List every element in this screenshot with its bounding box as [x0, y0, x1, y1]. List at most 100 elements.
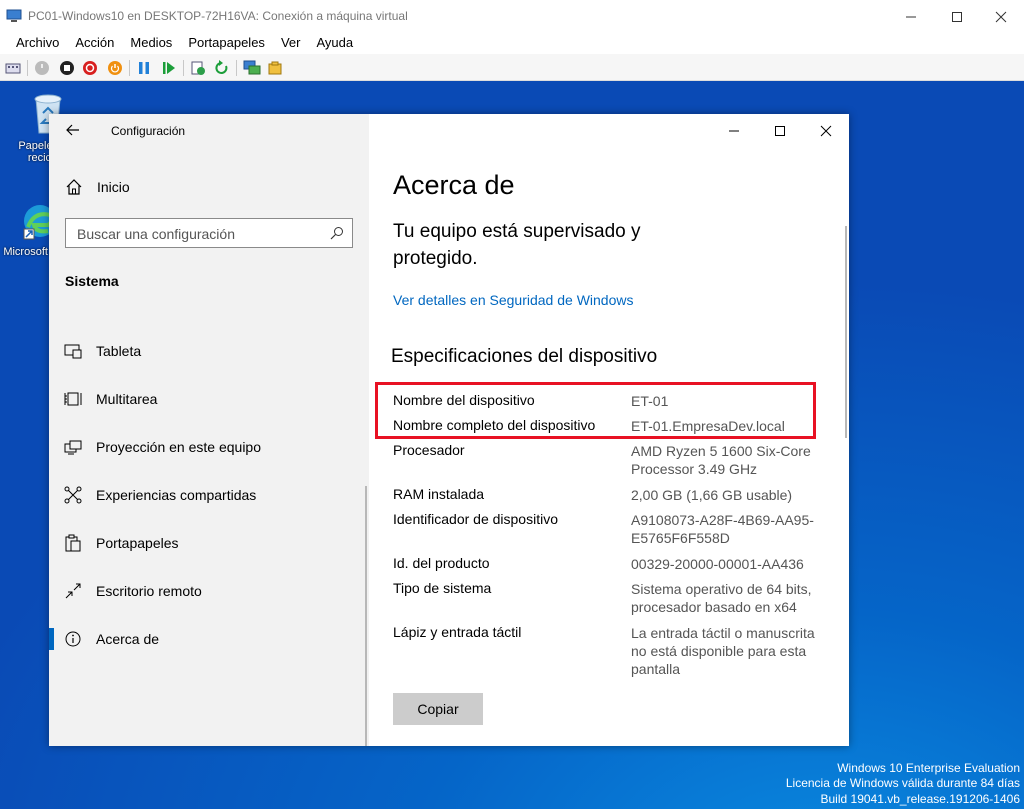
- spec-label: Id. del producto: [393, 555, 490, 571]
- enhanced-session-button[interactable]: [243, 59, 261, 77]
- search-icon: [330, 227, 343, 240]
- protection-status: Tu equipo está supervisado y protegido.: [393, 221, 641, 269]
- watermark-license: Licencia de Windows válida durante 84 dí…: [785, 776, 1020, 790]
- host-menu-bar: Archivo Acción Medios Portapapeles Ver A…: [0, 32, 1024, 54]
- minimize-button[interactable]: [719, 122, 749, 140]
- menu-archivo[interactable]: Archivo: [10, 32, 65, 54]
- nav-item-acerca-de[interactable]: Acerca de: [49, 619, 369, 659]
- search-placeholder: Buscar una configuración: [77, 226, 235, 242]
- watermark-edition: Windows 10 Enterprise Evaluation: [837, 760, 1020, 775]
- page-title: Acerca de: [393, 170, 515, 200]
- nav-item-escritorio-remoto[interactable]: Escritorio remoto: [49, 571, 369, 611]
- maximize-icon: [952, 12, 962, 22]
- close-button[interactable]: [811, 122, 841, 140]
- spec-value: ET-01: [631, 393, 669, 409]
- maximize-button[interactable]: [765, 122, 795, 140]
- settings-window: Configuración Inicio Buscar una configur…: [49, 114, 849, 746]
- play-icon: [163, 62, 175, 74]
- save-state-button[interactable]: [106, 59, 124, 77]
- nav-item-label: Portapapeles: [96, 535, 179, 551]
- nav-scrollbar[interactable]: [365, 486, 367, 746]
- spec-label: Lápiz y entrada táctil: [393, 624, 522, 640]
- minimize-icon: [729, 130, 739, 132]
- home-icon: [66, 179, 82, 195]
- checkpoint-icon: [191, 61, 205, 75]
- nav-item-label: Experiencias compartidas: [96, 487, 257, 503]
- menu-medios[interactable]: Medios: [124, 32, 178, 54]
- vm-connection-icon: [6, 9, 22, 22]
- menu-accion[interactable]: Acción: [69, 32, 120, 54]
- shutdown-button[interactable]: [81, 59, 99, 77]
- shared-icon: [63, 485, 83, 505]
- settings-app-title: Configuración: [111, 124, 186, 138]
- power-disabled-icon: [35, 61, 49, 75]
- checkpoint-button[interactable]: [189, 59, 207, 77]
- turn-off-button[interactable]: [58, 59, 76, 77]
- spec-label: Nombre completo del dispositivo: [393, 417, 596, 433]
- settings-content: Acerca de Tu equipo está supervisado y p…: [369, 114, 849, 746]
- host-toolbar: [0, 54, 1024, 81]
- nav-home-label: Inicio: [97, 179, 130, 195]
- enhanced-session-icon: [243, 60, 261, 75]
- activation-watermark: Windows 10 Enterprise Evaluation Licenci…: [786, 761, 1020, 808]
- nav-item-portapapeles[interactable]: Portapapeles: [49, 523, 369, 563]
- copy-button[interactable]: Copiar: [393, 693, 483, 725]
- settings-nav-pane: Configuración Inicio Buscar una configur…: [49, 114, 369, 746]
- nav-item-experiencias[interactable]: Experiencias compartidas: [49, 475, 369, 515]
- spec-value: 2,00 GB (1,66 GB usable): [631, 487, 793, 503]
- menu-ver[interactable]: Ver: [275, 32, 307, 54]
- clipboard-icon: [63, 533, 83, 553]
- content-scrollbar[interactable]: [845, 226, 847, 438]
- keyboard-icon: [5, 63, 21, 74]
- nav-item-label: Escritorio remoto: [96, 583, 202, 599]
- nav-item-label: Multitarea: [96, 391, 158, 407]
- nav-item-tableta[interactable]: Tableta: [49, 331, 369, 371]
- share-icon: [268, 61, 282, 75]
- host-maximize-button[interactable]: [934, 6, 980, 28]
- security-details-link[interactable]: Ver detalles en Seguridad de Windows: [393, 292, 633, 308]
- nav-home[interactable]: Inicio: [65, 178, 130, 196]
- host-close-button[interactable]: [978, 6, 1024, 28]
- nav-item-multitarea[interactable]: Multitarea: [49, 379, 369, 419]
- settings-search-input[interactable]: Buscar una configuración: [65, 218, 353, 248]
- nav-section-title: Sistema: [65, 273, 119, 289]
- menu-portapapeles[interactable]: Portapapeles: [182, 32, 271, 54]
- spec-value: La entrada táctil o manuscrita no está d…: [631, 625, 815, 677]
- close-icon: [820, 125, 832, 137]
- revert-button[interactable]: [213, 59, 231, 77]
- spec-label: Tipo de sistema: [393, 580, 492, 596]
- watermark-build: Build 19041.vb_release.191206-1406: [820, 791, 1021, 806]
- resume-button[interactable]: [160, 59, 178, 77]
- nav-item-proyeccion[interactable]: Proyección en este equipo: [49, 427, 369, 467]
- tablet-icon: [63, 341, 83, 361]
- close-icon: [995, 11, 1007, 23]
- ctrl-alt-del-button[interactable]: [4, 59, 22, 77]
- host-window-title: PC01-Windows10 en DESKTOP-72H16VA: Conex…: [28, 9, 408, 23]
- share-button[interactable]: [266, 59, 284, 77]
- pause-icon: [139, 62, 149, 74]
- spec-label: Nombre del dispositivo: [393, 392, 535, 408]
- menu-ayuda[interactable]: Ayuda: [310, 32, 359, 54]
- info-icon: [63, 629, 83, 649]
- spec-value: AMD Ryzen 5 1600 Six-Core Processor 3.49…: [631, 443, 811, 477]
- power-icon: [108, 61, 122, 75]
- nav-item-label: Tableta: [96, 343, 142, 359]
- projection-icon: [63, 437, 83, 457]
- back-arrow-icon[interactable]: [65, 122, 81, 138]
- start-vm-button[interactable]: [33, 59, 51, 77]
- spec-value: Sistema operativo de 64 bits, procesador…: [631, 581, 812, 615]
- shutdown-icon: [83, 61, 97, 75]
- host-title-bar: PC01-Windows10 en DESKTOP-72H16VA: Conex…: [0, 0, 1024, 32]
- multitask-icon: [63, 389, 83, 409]
- specs-title: Especificaciones del dispositivo: [391, 346, 658, 367]
- remote-icon: [63, 581, 83, 601]
- nav-item-label: Acerca de: [96, 631, 160, 647]
- spec-value: ET-01.EmpresaDev.local: [631, 418, 785, 434]
- nav-item-label: Proyección en este equipo: [96, 439, 261, 455]
- host-minimize-button[interactable]: [888, 6, 934, 28]
- spec-label: Identificador de dispositivo: [393, 511, 558, 527]
- stop-icon: [60, 61, 74, 75]
- spec-value: A9108073-A28F-4B69-AA95-E5765F6F558D: [631, 512, 814, 546]
- spec-label: Procesador: [393, 442, 465, 458]
- pause-button[interactable]: [135, 59, 153, 77]
